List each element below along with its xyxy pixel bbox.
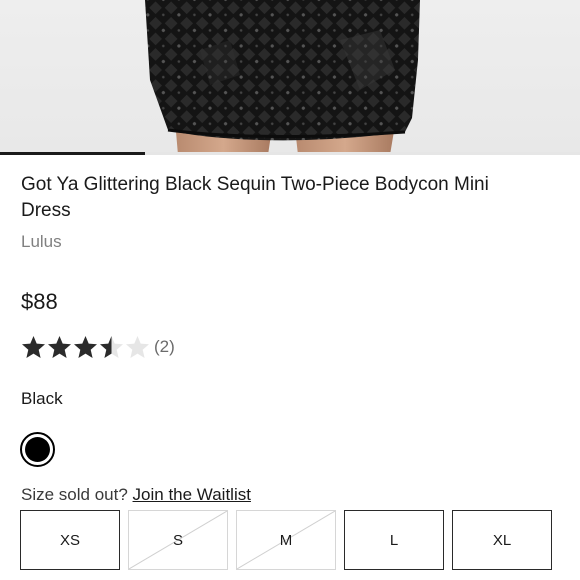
size-option-label: M <box>279 531 293 549</box>
star-filled-icon <box>48 336 71 358</box>
product-title: Got Ya Glittering Black Sequin Two-Piece… <box>21 174 489 221</box>
size-option-xl[interactable]: XL <box>452 510 552 570</box>
star-filled-icon <box>22 336 45 358</box>
review-count[interactable]: (2) <box>154 337 175 357</box>
star-filled-icon <box>74 336 97 358</box>
star-half-icon <box>100 336 123 358</box>
size-sold-out-text: Size sold out? <box>21 485 128 504</box>
color-swatch-black[interactable] <box>20 432 55 467</box>
size-option-label: L <box>389 531 399 549</box>
size-sold-out-prompt: Size sold out? Join the Waitlist <box>21 485 251 505</box>
size-option-m[interactable]: M <box>236 510 336 570</box>
size-option-xs[interactable]: XS <box>20 510 120 570</box>
rating-stars <box>21 335 151 359</box>
product-price: $88 <box>21 289 58 314</box>
carousel-progress-indicator <box>0 152 145 155</box>
star-empty-icon <box>126 336 149 358</box>
size-option-label: S <box>172 531 183 549</box>
size-option-label: XS <box>59 531 80 549</box>
size-option-s[interactable]: S <box>128 510 228 570</box>
color-swatch-fill <box>25 437 50 462</box>
product-brand[interactable]: Lulus <box>21 232 62 252</box>
product-image <box>145 0 420 155</box>
carousel-progress-track <box>0 152 580 155</box>
selected-color-label: Black <box>21 389 63 408</box>
join-waitlist-link[interactable]: Join the Waitlist <box>133 485 251 504</box>
product-rating[interactable]: (2) <box>21 335 175 359</box>
size-option-l[interactable]: L <box>344 510 444 570</box>
size-option-label: XL <box>492 531 512 549</box>
product-image-carousel[interactable] <box>0 0 580 155</box>
size-selector: XS S M L XL <box>20 510 552 570</box>
